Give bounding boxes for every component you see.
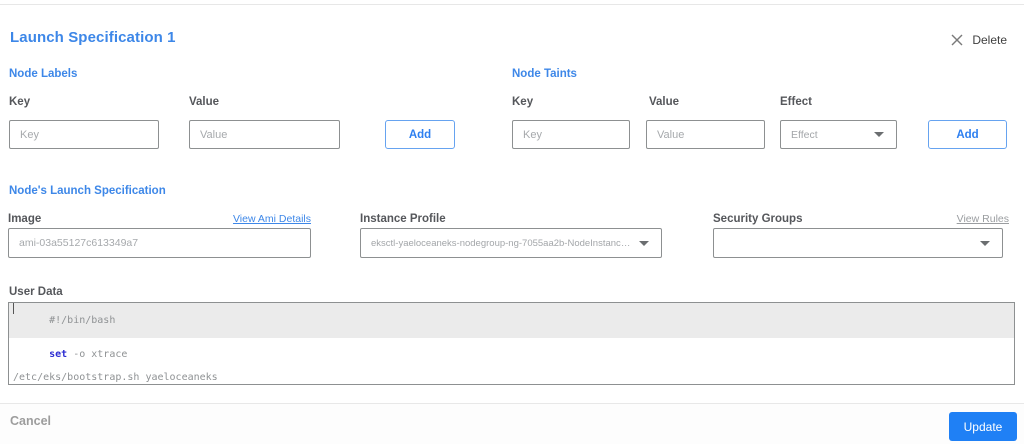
footer-bar bbox=[0, 404, 1024, 444]
code-line: #!/bin/bash bbox=[9, 303, 1014, 338]
user-data-label: User Data bbox=[9, 286, 63, 298]
text-cursor bbox=[13, 303, 14, 314]
delete-button-label: Delete bbox=[972, 33, 1007, 47]
view-rules-link[interactable]: View Rules bbox=[957, 213, 1009, 225]
code-line: /etc/eks/bootstrap.sh yaeloceaneks bbox=[13, 372, 218, 383]
security-groups-label: Security Groups bbox=[713, 213, 803, 225]
security-groups-select[interactable] bbox=[713, 228, 1003, 258]
image-label: Image bbox=[8, 213, 42, 225]
image-label-row: Image View Ami Details bbox=[8, 213, 311, 225]
node-labels-heading: Node Labels bbox=[9, 68, 78, 80]
instance-profile-value: eksctl-yaeloceaneks-nodegroup-ng-7055aa2… bbox=[371, 237, 633, 249]
launch-spec-heading: Node's Launch Specification bbox=[9, 185, 166, 197]
view-ami-details-link[interactable]: View Ami Details bbox=[233, 213, 311, 225]
node-labels-add-button[interactable]: Add bbox=[385, 120, 455, 149]
chevron-down-icon bbox=[874, 132, 884, 137]
node-labels-value-input[interactable] bbox=[189, 120, 340, 149]
footer-divider bbox=[0, 403, 1024, 404]
node-taints-key-label: Key bbox=[512, 96, 534, 108]
instance-profile-label: Instance Profile bbox=[360, 213, 446, 225]
delete-button[interactable]: Delete bbox=[951, 33, 1007, 47]
cancel-button[interactable]: Cancel bbox=[10, 414, 51, 428]
close-icon bbox=[951, 34, 963, 46]
node-taints-add-button[interactable]: Add bbox=[928, 120, 1007, 149]
chevron-down-icon bbox=[980, 240, 990, 246]
user-data-editor[interactable]: #!/bin/bash set -o xtrace /etc/eks/boots… bbox=[8, 302, 1015, 385]
node-taints-effect-select[interactable]: Effect bbox=[780, 120, 897, 149]
node-labels-key-label: Key bbox=[9, 96, 31, 108]
launch-specification-panel: Launch Specification 1 Delete Node Label… bbox=[0, 0, 1024, 444]
node-taints-value-input[interactable] bbox=[646, 120, 765, 149]
node-taints-heading: Node Taints bbox=[512, 68, 577, 80]
code-line: set -o xtrace bbox=[49, 349, 128, 360]
node-taints-effect-label: Effect bbox=[780, 96, 812, 108]
update-button[interactable]: Update bbox=[949, 412, 1017, 441]
top-divider bbox=[0, 4, 1024, 5]
node-labels-value-label: Value bbox=[189, 96, 220, 108]
security-groups-label-row: Security Groups View Rules bbox=[713, 213, 1009, 225]
node-taints-value-label: Value bbox=[649, 96, 680, 108]
node-taints-key-input[interactable] bbox=[512, 120, 630, 149]
image-input[interactable] bbox=[8, 228, 311, 258]
effect-select-placeholder: Effect bbox=[791, 128, 818, 141]
node-labels-key-input[interactable] bbox=[9, 120, 159, 149]
instance-profile-select[interactable]: eksctl-yaeloceaneks-nodegroup-ng-7055aa2… bbox=[360, 228, 662, 258]
keyword-token: set bbox=[49, 349, 68, 360]
page-title: Launch Specification 1 bbox=[10, 29, 176, 46]
chevron-down-icon bbox=[639, 240, 649, 246]
